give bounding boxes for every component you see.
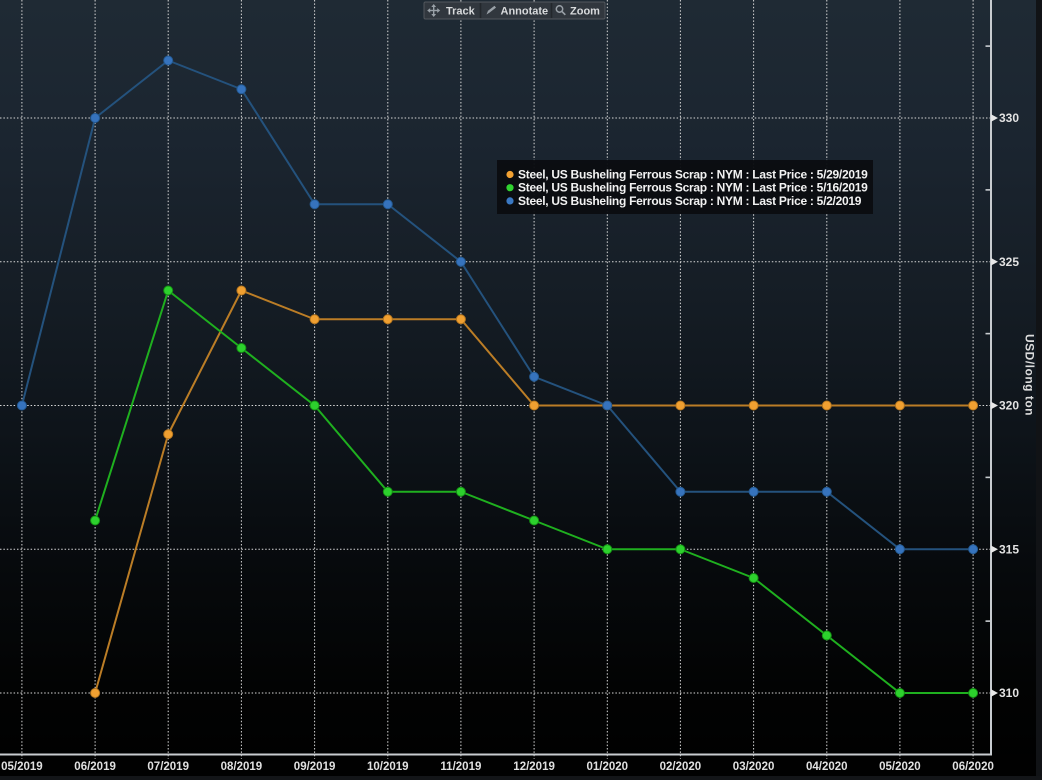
svg-text:09/2019: 09/2019 (294, 761, 336, 773)
svg-text:01/2020: 01/2020 (587, 761, 629, 773)
svg-text:12/2019: 12/2019 (513, 761, 555, 773)
svg-text:320: 320 (999, 399, 1019, 413)
svg-text:06/2019: 06/2019 (74, 761, 116, 773)
svg-text:325: 325 (999, 255, 1019, 269)
svg-text:10/2019: 10/2019 (367, 761, 409, 773)
svg-text:Zoom: Zoom (570, 6, 600, 18)
svg-text:330: 330 (999, 111, 1019, 125)
svg-text:310: 310 (999, 686, 1019, 700)
svg-text:02/2020: 02/2020 (660, 761, 702, 773)
svg-text:11/2019: 11/2019 (440, 761, 481, 773)
svg-text:Steel, US Busheling Ferrous Sc: Steel, US Busheling Ferrous Scrap : NYM … (518, 181, 868, 195)
svg-text:07/2019: 07/2019 (147, 761, 189, 773)
svg-text:05/2019: 05/2019 (1, 761, 43, 773)
svg-text:Track: Track (446, 6, 476, 18)
svg-text:Annotate: Annotate (501, 6, 549, 18)
svg-text:08/2019: 08/2019 (221, 761, 263, 773)
svg-text:05/2020: 05/2020 (879, 761, 921, 773)
svg-text:04/2020: 04/2020 (806, 761, 848, 773)
svg-text:06/2020: 06/2020 (952, 761, 994, 773)
svg-text:315: 315 (999, 542, 1019, 556)
svg-text:Steel, US Busheling Ferrous Sc: Steel, US Busheling Ferrous Scrap : NYM … (518, 168, 868, 182)
svg-text:Steel, US Busheling Ferrous Sc: Steel, US Busheling Ferrous Scrap : NYM … (518, 194, 862, 208)
svg-text:03/2020: 03/2020 (733, 761, 775, 773)
svg-text:USD/long ton: USD/long ton (1023, 334, 1037, 416)
